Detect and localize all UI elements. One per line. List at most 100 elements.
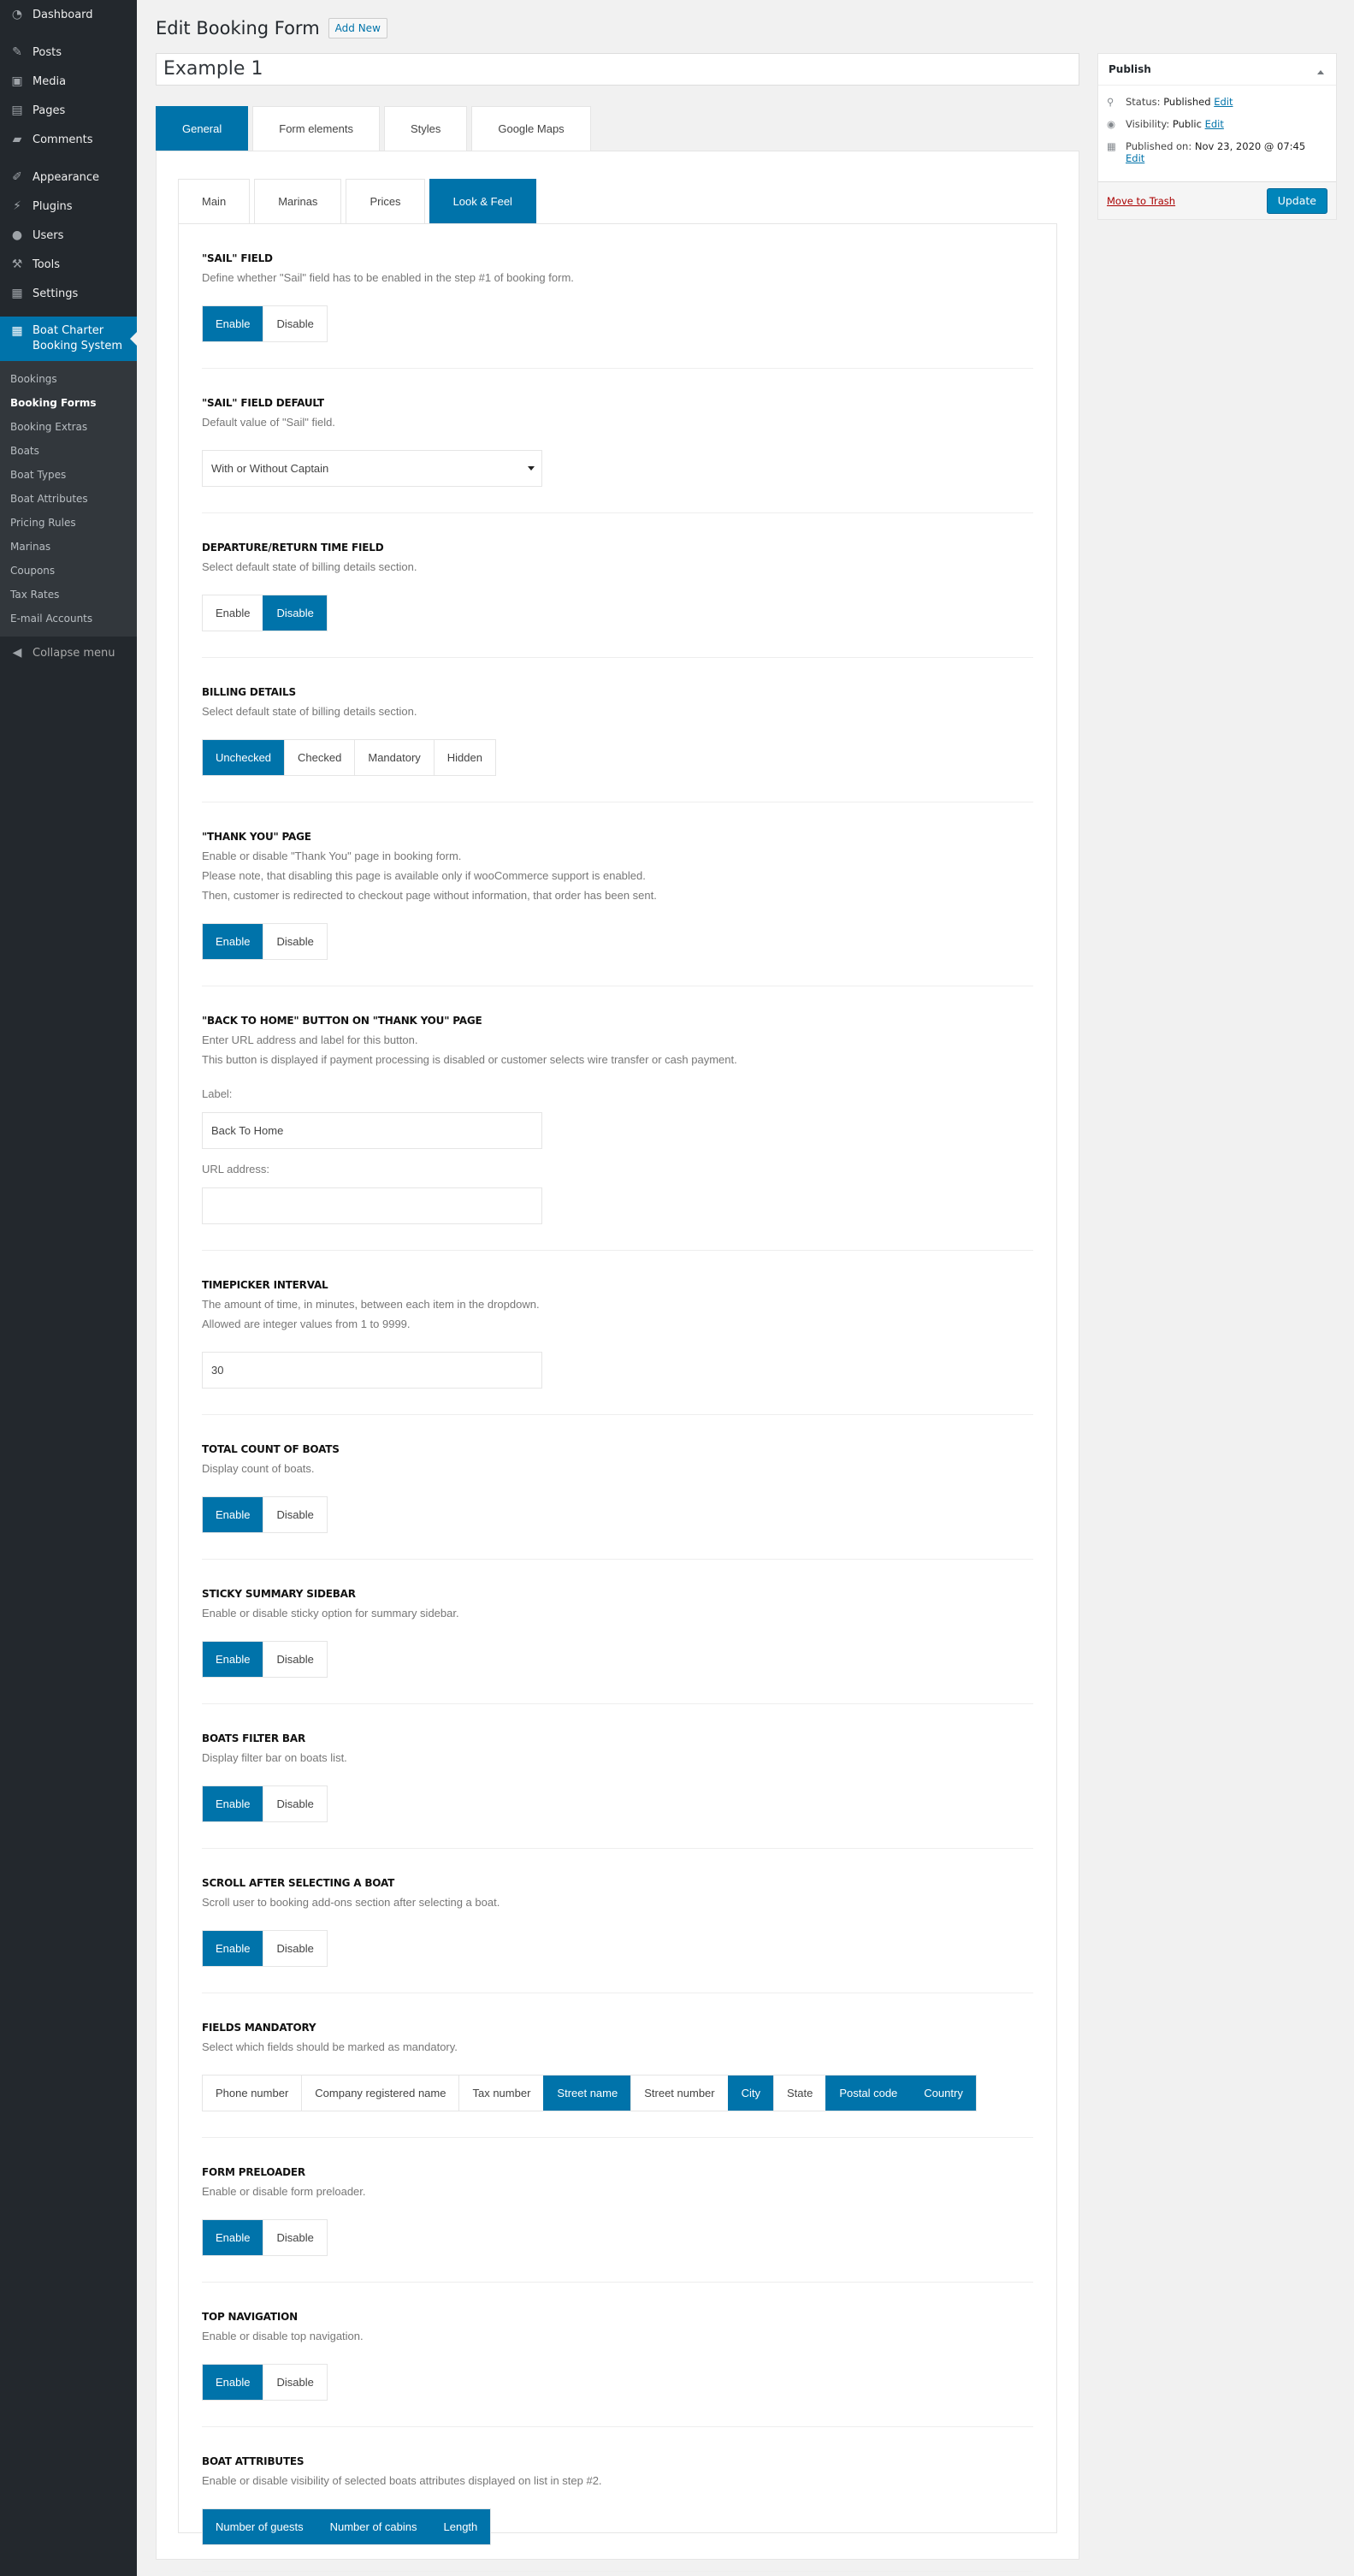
interval-input[interactable]: 30 (202, 1352, 542, 1389)
submenu-booking-forms[interactable]: Booking Forms (0, 391, 137, 415)
url-address-input[interactable] (202, 1187, 542, 1224)
option-enable[interactable]: Enable (203, 2220, 263, 2255)
menu-item-tools[interactable]: ⚒ Tools (0, 250, 137, 279)
move-to-trash-link[interactable]: Move to Trash (1107, 195, 1175, 207)
option-disable[interactable]: Disable (263, 595, 327, 631)
option-tax-number[interactable]: Tax number (458, 2076, 544, 2111)
menu-item-media[interactable]: ▣ Media (0, 67, 137, 96)
label-input[interactable]: Back To Home (202, 1112, 542, 1149)
option-disable[interactable]: Disable (263, 924, 327, 959)
section-title: DEPARTURE/RETURN TIME FIELD (202, 542, 384, 554)
edit-date-link[interactable]: Edit (1126, 152, 1144, 164)
edit-visibility-link[interactable]: Edit (1205, 118, 1224, 130)
option-city[interactable]: City (727, 2076, 773, 2111)
default-select[interactable]: With or Without Captain (202, 450, 542, 487)
submenu-boat-attributes[interactable]: Boat Attributes (0, 487, 137, 511)
option-enable[interactable]: Enable (203, 306, 263, 341)
option-disable[interactable]: Disable (263, 1931, 327, 1966)
option-button-group: Enable Disable (202, 305, 328, 342)
option-length[interactable]: Length (429, 2509, 491, 2544)
menu-item-appearance[interactable]: ✐ Appearance (0, 163, 137, 192)
publish-header[interactable]: Publish (1098, 54, 1336, 86)
menu-item-posts[interactable]: ✎ Posts (0, 38, 137, 67)
submenu-booking-extras[interactable]: Booking Extras (0, 415, 137, 439)
option-enable[interactable]: Enable (203, 595, 263, 631)
calendar-icon: ▦ (1107, 140, 1116, 152)
option-street-number[interactable]: Street number (630, 2076, 728, 2111)
option-enable[interactable]: Enable (203, 1642, 263, 1677)
option-hidden[interactable]: Hidden (433, 740, 495, 775)
option-checked[interactable]: Checked (284, 740, 355, 775)
option-button-group: Enable Disable (202, 2219, 328, 2256)
menu-item-pages[interactable]: ▤ Pages (0, 96, 137, 125)
section-description: Enable or disable sticky option for summ… (202, 1607, 459, 1620)
menu-item-users[interactable]: ● Users (0, 221, 137, 250)
menu-item-plugins[interactable]: ⚡ Plugins (0, 192, 137, 221)
section-description: Enable or disable visibility of selected… (202, 2474, 602, 2487)
section-control: Unchecked Checked Mandatory Hidden (202, 739, 1033, 776)
option-number-of-guests[interactable]: Number of guests (203, 2509, 316, 2544)
subtab-look-feel[interactable]: Look & Feel (429, 179, 536, 223)
subtab-main[interactable]: Main (178, 179, 251, 223)
subtab-marinas[interactable]: Marinas (254, 179, 342, 223)
add-new-button[interactable]: Add New (328, 18, 387, 38)
option-disable[interactable]: Disable (263, 1497, 327, 1532)
submenu-boat-types[interactable]: Boat Types (0, 463, 137, 487)
section-control: With or Without Captain (202, 450, 1033, 487)
general-panel: Main Marinas Prices Look & Feel "SAIL" FIEL… (156, 151, 1079, 2572)
select-value: With or Without Captain (211, 462, 329, 475)
menu-item-dashboard[interactable]: ◔ Dashboard (0, 0, 137, 29)
option-state[interactable]: State (773, 2076, 826, 2111)
subtab-prices[interactable]: Prices (346, 179, 425, 223)
menu-item-boat-charter[interactable]: ▦ Boat Charter Booking System (0, 317, 137, 361)
option-button-group: Enable Disable (202, 2364, 328, 2401)
setting-section-sail-field-default: "SAIL" FIELD DEFAULT Default value of "Sa… (202, 369, 1033, 513)
submenu-e-mail-accounts[interactable]: E-mail Accounts (0, 607, 137, 631)
option-unchecked[interactable]: Unchecked (203, 740, 285, 775)
menu-label: Users (33, 228, 64, 242)
option-country[interactable]: Country (910, 2076, 976, 2111)
section-description: Select default state of billing details … (202, 705, 417, 718)
visibility-label: Visibility: (1126, 118, 1170, 130)
menu-label: Tools (33, 258, 61, 271)
setting-section-top-navigation: TOP NAVIGATION Enable or disable top navi… (202, 2283, 1033, 2427)
option-phone-number[interactable]: Phone number (203, 2076, 302, 2111)
tab-form-elements[interactable]: Form elements (252, 106, 380, 151)
tab-general[interactable]: General (156, 106, 249, 151)
title-input[interactable]: Example 1 (156, 53, 1079, 86)
submenu-marinas[interactable]: Marinas (0, 535, 137, 559)
option-disable[interactable]: Disable (263, 1786, 327, 1821)
submenu-coupons[interactable]: Coupons (0, 559, 137, 583)
option-disable[interactable]: Disable (263, 2220, 327, 2255)
option-enable[interactable]: Enable (203, 1497, 263, 1532)
option-postal-code[interactable]: Postal code (825, 2076, 911, 2111)
tab-google-maps[interactable]: Google Maps (471, 106, 591, 151)
option-button-group: Enable Disable (202, 923, 328, 960)
menu-item-settings[interactable]: ▦ Settings (0, 279, 137, 308)
submenu-tax-rates[interactable]: Tax Rates (0, 583, 137, 607)
option-disable[interactable]: Disable (263, 306, 327, 341)
submenu-bookings[interactable]: Bookings (0, 367, 137, 391)
option-disable[interactable]: Disable (263, 2365, 327, 2400)
option-number-of-cabins[interactable]: Number of cabins (316, 2509, 430, 2544)
option-disable[interactable]: Disable (263, 1642, 327, 1677)
option-button-group: Phone number Company registered name Tax n… (202, 2075, 977, 2111)
tab-styles[interactable]: Styles (383, 106, 468, 151)
collapse-menu-button[interactable]: ◀ Collapse menu (0, 637, 137, 669)
option-enable[interactable]: Enable (203, 1786, 263, 1821)
option-enable[interactable]: Enable (203, 2365, 263, 2400)
update-button[interactable]: Update (1266, 187, 1327, 214)
option-street-name[interactable]: Street name (543, 2076, 631, 2111)
collapse-arrow-icon[interactable] (1317, 67, 1324, 74)
submenu-boats[interactable]: Boats (0, 439, 137, 463)
submenu-pricing-rules[interactable]: Pricing Rules (0, 511, 137, 535)
menu-separator (0, 154, 137, 163)
menu-label: Pages (33, 104, 66, 117)
option-mandatory[interactable]: Mandatory (354, 740, 434, 775)
option-enable[interactable]: Enable (203, 924, 263, 959)
section-title: "SAIL" FIELD DEFAULT (202, 397, 324, 409)
option-enable[interactable]: Enable (203, 1931, 263, 1966)
option-company-registered-name[interactable]: Company registered name (301, 2076, 459, 2111)
menu-item-comments[interactable]: ▰ Comments (0, 125, 137, 154)
edit-status-link[interactable]: Edit (1214, 96, 1233, 108)
